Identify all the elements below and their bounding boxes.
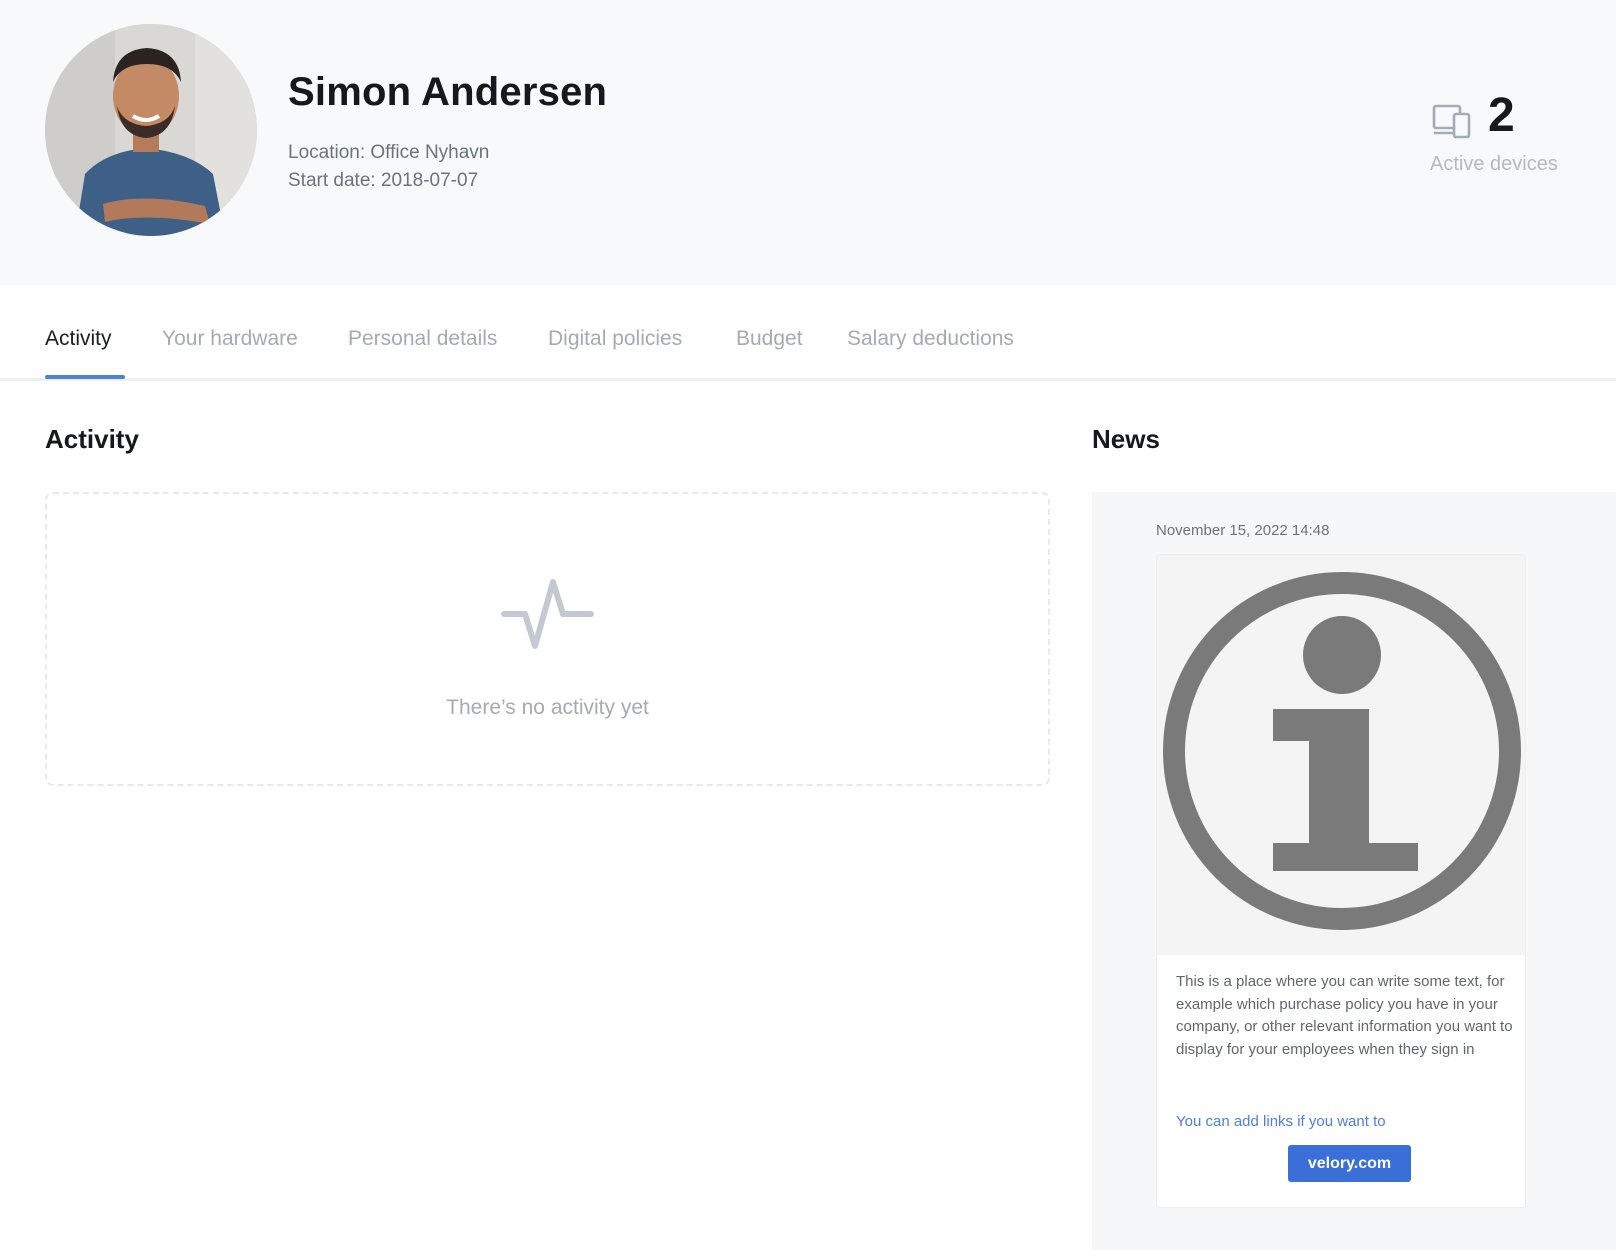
tab-digital-policies[interactable]: Digital policies [548, 327, 682, 351]
news-body-text: This is a place where you can write some… [1176, 973, 1513, 1058]
news-section-title: News [1092, 424, 1160, 454]
user-name: Simon Andersen [288, 70, 608, 114]
tab-salary-deductions[interactable]: Salary deductions [847, 327, 1014, 351]
velory-link-button[interactable]: velory.com [1288, 1145, 1411, 1182]
news-image [1157, 555, 1525, 955]
tab-personal-details[interactable]: Personal details [348, 327, 497, 351]
user-start-date: Start date: 2018-07-07 [288, 170, 479, 191]
activity-section-title: Activity [45, 424, 139, 454]
user-photo-icon [45, 24, 257, 236]
news-date: November 15, 2022 14:48 [1156, 522, 1330, 539]
devices-icon [1432, 104, 1471, 139]
news-panel: November 15, 2022 14:48 This is a place … [1092, 492, 1616, 1250]
info-icon [1163, 572, 1521, 930]
user-location: Location: Office Nyhavn [288, 142, 490, 163]
active-devices-count: 2 [1488, 89, 1515, 142]
empty-activity-text: There’s no activity yet [446, 696, 649, 719]
pulse-icon [501, 579, 594, 649]
tab-your-hardware[interactable]: Your hardware [162, 327, 298, 351]
news-link-text: You can add links if you want to [1176, 1113, 1386, 1130]
profile-header: Simon Andersen Location: Office Nyhavn S… [0, 0, 1616, 285]
tab-budget[interactable]: Budget [736, 327, 803, 351]
avatar [45, 24, 257, 236]
active-tab-indicator [45, 375, 125, 379]
active-devices-label: Active devices [1430, 153, 1558, 175]
activity-empty-state: There’s no activity yet [45, 492, 1050, 786]
profile-tabs: Activity Your hardware Personal details … [0, 285, 1616, 381]
tab-activity[interactable]: Activity [45, 327, 112, 351]
news-card: This is a place where you can write some… [1156, 554, 1526, 1208]
